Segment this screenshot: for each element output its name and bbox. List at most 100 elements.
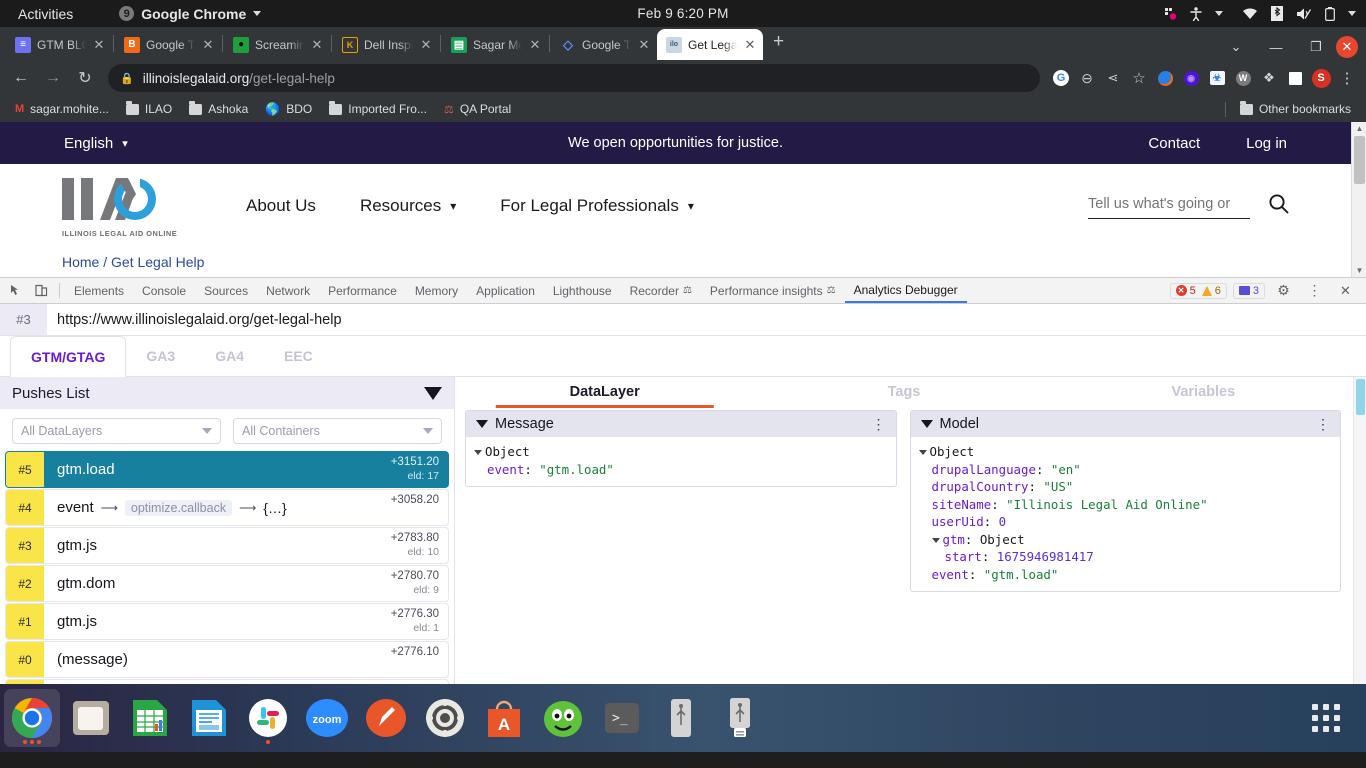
devtools-tab-recorder[interactable]: Recorder ⚖ [621, 278, 701, 303]
inspect-element-icon[interactable] [4, 279, 29, 303]
devtools-tab-sources[interactable]: Sources [195, 278, 257, 303]
browser-tab[interactable]: ◇ Google Tag M ✕ [551, 29, 657, 60]
chrome-menu-icon[interactable]: ⋮ [1334, 65, 1360, 91]
profile-avatar[interactable]: S [1308, 65, 1334, 91]
bookmark-item[interactable]: 🌎 BDO [258, 99, 319, 119]
kebab-menu-icon[interactable]: ⋮ [872, 416, 886, 431]
minimize-button[interactable]: — [1256, 40, 1296, 55]
expand-triangle-icon[interactable] [474, 450, 482, 455]
tag-assistant-icon[interactable] [1152, 65, 1178, 91]
devtools-tab-lighthouse[interactable]: Lighthouse [544, 278, 621, 303]
kebab-menu-icon[interactable]: ⋮ [1302, 279, 1327, 303]
back-arrow-icon[interactable]: ← [6, 63, 36, 93]
bookmark-item[interactable]: ⚖ QA Portal [437, 99, 518, 119]
contact-link[interactable]: Contact [1148, 135, 1200, 152]
devtools-tab-elements[interactable]: Elements [65, 278, 133, 303]
app-menu-chrome[interactable]: 9 Google Chrome [119, 6, 262, 22]
push-row[interactable]: #2 gtm.dom +2780.70 eld: 9 [5, 565, 449, 602]
container-filter-select[interactable]: All Containers [233, 418, 442, 444]
system-menu-caret-icon[interactable] [1348, 11, 1356, 16]
push-row[interactable]: #3 gtm.js +2783.80 eld: 10 [5, 527, 449, 564]
tab-close-icon[interactable]: ✕ [92, 37, 106, 53]
site-logo[interactable]: ILLINOIS LEGAL AID ONLINE [62, 174, 184, 238]
debug-bug-icon[interactable]: ☣ [1204, 65, 1230, 91]
datalayer-filter-select[interactable]: All DataLayers [12, 418, 221, 444]
devtools-tab-memory[interactable]: Memory [406, 278, 467, 303]
dock-item-google-chrome[interactable] [4, 689, 60, 747]
tab-gtm-gtag[interactable]: GTM/GTAG [10, 336, 127, 377]
collapse-triangle-icon[interactable] [476, 420, 488, 428]
window-extension-icon[interactable] [1282, 65, 1308, 91]
devtools-tab-performance[interactable]: Performance [319, 278, 406, 303]
dock-item-usb-drive-1[interactable] [653, 689, 709, 747]
dock-item-terminal[interactable]: >_ [594, 689, 650, 747]
kebab-menu-icon[interactable]: ⋮ [1316, 416, 1330, 431]
tab-close-icon[interactable]: ✕ [201, 37, 215, 53]
browser-tab[interactable]: ▤ Sagar Mohite ✕ [442, 29, 548, 60]
notifications-icon[interactable] [1163, 7, 1177, 21]
close-window-button[interactable]: ✕ [1336, 36, 1358, 58]
tab-ga3[interactable]: GA3 [126, 336, 195, 376]
tab-close-icon[interactable]: ✕ [743, 37, 757, 53]
bookmark-item[interactable]: Ashoka [182, 99, 255, 119]
browser-tab[interactable]: ● Screaming Fro ✕ [224, 29, 330, 60]
error-badge[interactable]: ✕ 5 6 [1169, 282, 1227, 299]
close-icon[interactable]: ✕ [1333, 279, 1358, 303]
dock-item-slack[interactable] [240, 689, 296, 747]
nav-item-about-us[interactable]: About Us [246, 196, 316, 216]
address-bar[interactable]: 🔒 illinoislegalaid.org/get-legal-help [108, 64, 1040, 92]
collapse-triangle-icon[interactable] [920, 420, 933, 428]
push-row[interactable]: #1 gtm.js +2776.30 eld: 1 [5, 603, 449, 640]
json-root[interactable]: Object [918, 443, 1333, 461]
dock-item-ubuntu-software[interactable]: A [476, 689, 532, 747]
browser-tab[interactable]: B Google Testin ✕ [115, 29, 221, 60]
search-input[interactable] [1088, 193, 1250, 219]
dock-item-libreoffice-calc[interactable] [122, 689, 178, 747]
activities-button[interactable]: Activities [10, 6, 81, 22]
scroll-down-arrow-icon[interactable]: ▼ [1352, 266, 1366, 275]
wappalyzer-icon[interactable]: W [1230, 65, 1256, 91]
tab-close-icon[interactable]: ✕ [637, 37, 651, 53]
message-badge[interactable]: 3 [1232, 282, 1265, 299]
login-link[interactable]: Log in [1246, 135, 1287, 152]
browser-tab[interactable]: ≡ GTM BLOG - G ✕ [6, 29, 112, 60]
other-bookmarks-button[interactable]: Other bookmarks [1233, 99, 1358, 119]
dock-item-files-manager[interactable] [63, 689, 119, 747]
tab-ga4[interactable]: GA4 [195, 336, 264, 376]
detail-tab-datalayer[interactable]: DataLayer [455, 384, 754, 408]
pushes-list[interactable]: #5 gtm.load +3151.20 eld: 17 #4 event ⟶ … [0, 451, 454, 684]
gear-icon[interactable]: ⚙ [1271, 279, 1296, 303]
search-icon[interactable] [1268, 193, 1289, 219]
scroll-up-arrow-icon[interactable]: ▲ [1352, 124, 1366, 133]
json-root[interactable]: Object [474, 443, 888, 461]
accessibility-caret-icon[interactable] [1215, 11, 1223, 16]
expand-triangle-icon[interactable] [931, 537, 940, 543]
clock[interactable]: Feb 9 6:20 PM [637, 6, 728, 21]
dock-item-usb-drive-2[interactable] [712, 689, 768, 747]
devtools-tab-network[interactable]: Network [257, 278, 319, 303]
page-scrollbar[interactable]: ▲ ▼ [1351, 122, 1366, 277]
dock-item-screenshot-tool[interactable] [358, 689, 414, 747]
bookmark-item[interactable]: M sagar.mohite... [8, 99, 116, 119]
funnel-filter-icon[interactable] [424, 386, 442, 400]
push-row[interactable]: #0 (message) +2776.10 [5, 641, 449, 678]
bookmark-item[interactable]: ILAO [119, 99, 179, 119]
reload-icon[interactable]: ↻ [70, 63, 100, 93]
detail-tab-tags[interactable]: Tags [754, 384, 1053, 408]
nav-item-for-legal-professionals[interactable]: For Legal Professionals ▾ [500, 196, 694, 216]
extensions-puzzle-icon[interactable]: ❖ [1256, 65, 1282, 91]
expand-triangle-icon[interactable] [918, 450, 927, 455]
detail-tab-variables[interactable]: Variables [1054, 384, 1353, 408]
devtools-tab-performance-insights[interactable]: Performance insights ⚖ [701, 278, 845, 303]
lock-icon[interactable]: 🔒 [120, 72, 134, 85]
tab-close-icon[interactable]: ✕ [528, 37, 542, 53]
tab-search-icon[interactable]: ⌄ [1216, 39, 1256, 55]
datalayer-checker-icon[interactable]: ◉ [1178, 65, 1204, 91]
tab-close-icon[interactable]: ✕ [419, 37, 433, 53]
maximize-button[interactable]: ❐ [1296, 39, 1336, 55]
volume-muted-icon[interactable] [1296, 7, 1312, 21]
model-pane-header[interactable]: Model ⋮ [910, 411, 1340, 437]
browser-tab[interactable]: K Dell Inspiron ✕ [333, 29, 439, 60]
accessibility-icon[interactable] [1190, 6, 1202, 21]
scrollbar-thumb[interactable] [1356, 379, 1365, 415]
